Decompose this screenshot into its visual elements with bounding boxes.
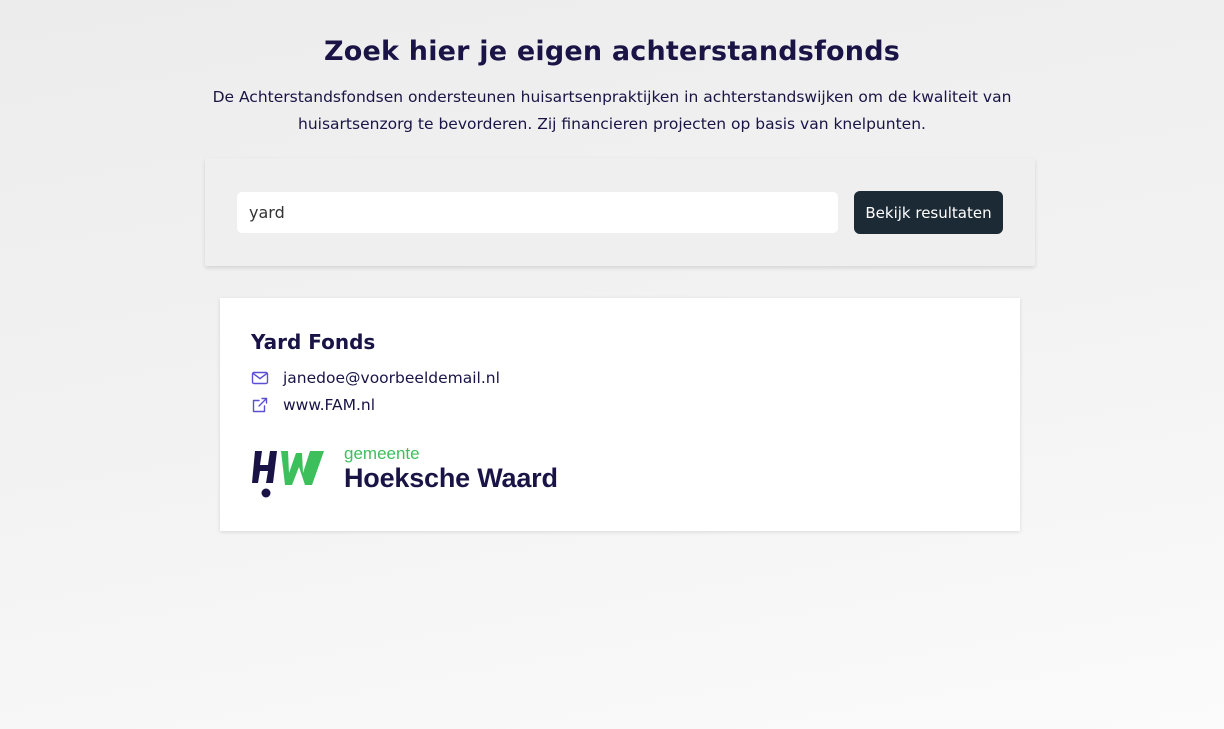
search-panel: Bekijk resultaten xyxy=(205,158,1035,266)
view-results-button[interactable]: Bekijk resultaten xyxy=(854,191,1003,234)
municipality-logo: gemeente Hoeksche Waard xyxy=(252,443,558,499)
website-row: www.FAM.nl xyxy=(251,396,375,414)
email-link[interactable]: janedoe@voorbeeldemail.nl xyxy=(283,369,500,387)
hw-logo-mark-icon xyxy=(252,451,324,498)
logo-sub-text: gemeente xyxy=(344,444,420,463)
hero-section: Zoek hier je eigen achterstandsfonds De … xyxy=(0,0,1224,138)
page-description: De Achterstandsfondsen ondersteunen huis… xyxy=(212,88,1012,133)
logo-wordmark: gemeente Hoeksche Waard xyxy=(344,444,558,494)
email-row: janedoe@voorbeeldemail.nl xyxy=(251,369,500,387)
result-title: Yard Fonds xyxy=(251,330,376,354)
search-input[interactable] xyxy=(237,192,838,233)
website-link[interactable]: www.FAM.nl xyxy=(283,396,375,414)
logo-main-text: Hoeksche Waard xyxy=(344,463,558,493)
page-title: Zoek hier je eigen achterstandsfonds xyxy=(323,36,900,67)
external-link-icon xyxy=(251,396,269,414)
mail-icon xyxy=(251,369,269,387)
result-card: Yard Fonds janedoe@voorbeeldemail.nl www… xyxy=(220,298,1020,531)
